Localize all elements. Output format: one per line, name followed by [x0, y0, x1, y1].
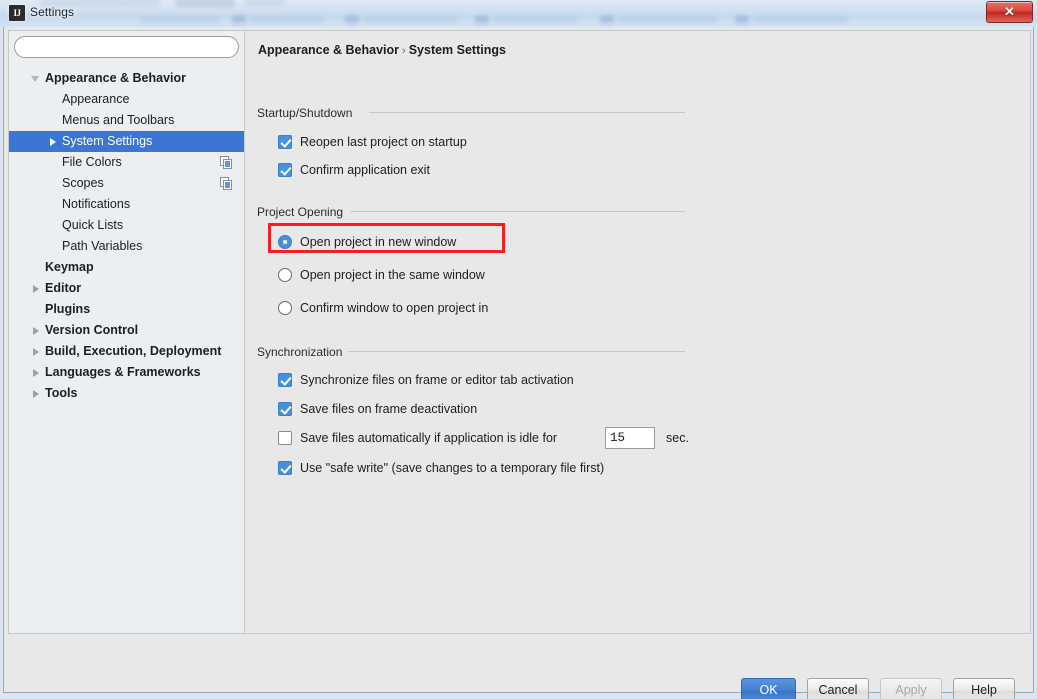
- sidebar-item-file-colors[interactable]: File Colors: [9, 152, 244, 173]
- sidebar-item-scopes[interactable]: Scopes: [9, 173, 244, 194]
- settings-sidebar: Appearance & Behavior Appearance Menus and…: [8, 30, 245, 634]
- search-field-wrapper: [14, 36, 239, 58]
- checkbox-save-on-deactivation[interactable]: [278, 402, 292, 416]
- help-button[interactable]: Help: [953, 678, 1015, 699]
- cancel-button[interactable]: Cancel: [807, 678, 869, 699]
- checkbox-save-automatically[interactable]: [278, 431, 292, 445]
- radio-label-confirm-window: Confirm window to open project in: [300, 301, 489, 315]
- breadcrumb-current: System Settings: [408, 43, 506, 57]
- chevron-right-icon[interactable]: [33, 348, 39, 356]
- idle-seconds-unit-label: sec.: [666, 431, 689, 445]
- window-title: Settings: [30, 5, 75, 19]
- sidebar-item-label: Appearance: [62, 92, 130, 106]
- sidebar-item-plugins[interactable]: Plugins: [9, 299, 244, 320]
- close-button[interactable]: ✕: [986, 1, 1033, 23]
- sidebar-item-label: Quick Lists: [62, 218, 124, 232]
- radio-label-open-in-new-window: Open project in new window: [300, 235, 457, 249]
- radio-confirm-window[interactable]: [278, 301, 292, 315]
- ok-button[interactable]: OK: [741, 678, 796, 699]
- radio-open-in-same-window[interactable]: [278, 268, 292, 282]
- sidebar-item-menus-and-toolbars[interactable]: Menus and Toolbars: [9, 110, 244, 131]
- checkbox-label-reopen-last-project: Reopen last project on startup: [300, 135, 467, 149]
- radio-label-open-in-same-window: Open project in the same window: [300, 268, 485, 282]
- sidebar-item-label: Plugins: [45, 302, 91, 316]
- settings-dialog-window: IJ Settings ✕ Appearance & Behavior Appea…: [0, 0, 1037, 699]
- sidebar-item-editor[interactable]: Editor: [9, 278, 244, 299]
- section-rule-startup-shutdown: [369, 112, 685, 113]
- radio-open-in-new-window[interactable]: [278, 235, 292, 249]
- chevron-right-icon[interactable]: [33, 327, 39, 335]
- chevron-right-icon[interactable]: [33, 390, 39, 398]
- application-icon: IJ: [9, 5, 25, 21]
- breadcrumb: Appearance & Behavior › System Settings: [258, 43, 506, 57]
- sidebar-item-label: Scopes: [62, 176, 104, 190]
- sidebar-item-system-settings[interactable]: System Settings: [9, 131, 244, 152]
- sidebar-item-label: Keymap: [45, 260, 94, 274]
- aero-glass-backdrop: [0, 0, 1037, 27]
- idle-seconds-input[interactable]: [605, 427, 655, 449]
- sidebar-item-notifications[interactable]: Notifications: [9, 194, 244, 215]
- sidebar-item-label: Tools: [45, 386, 78, 400]
- project-level-settings-icon: [220, 177, 232, 190]
- sidebar-item-label: Version Control: [45, 323, 139, 337]
- checkbox-synchronize-files[interactable]: [278, 373, 292, 387]
- checkbox-label-save-automatically: Save files automatically if application …: [300, 431, 558, 445]
- settings-tree: Appearance & Behavior Appearance Menus and…: [9, 68, 244, 404]
- sidebar-item-label: File Colors: [62, 155, 122, 169]
- checkbox-safe-write[interactable]: [278, 461, 292, 475]
- sidebar-item-tools[interactable]: Tools: [9, 383, 244, 404]
- sidebar-item-label: Path Variables: [62, 239, 143, 253]
- search-input[interactable]: [14, 36, 239, 58]
- section-rule-project-opening: [350, 211, 685, 212]
- sidebar-item-version-control[interactable]: Version Control: [9, 320, 244, 341]
- chevron-right-icon[interactable]: [50, 138, 56, 146]
- sidebar-item-label: Notifications: [62, 197, 131, 211]
- sidebar-item-label: Menus and Toolbars: [62, 113, 175, 127]
- breadcrumb-separator-icon: ›: [402, 45, 406, 57]
- sidebar-item-quick-lists[interactable]: Quick Lists: [9, 215, 244, 236]
- checkbox-label-confirm-application-exit: Confirm application exit: [300, 163, 430, 177]
- sidebar-item-path-variables[interactable]: Path Variables: [9, 236, 244, 257]
- apply-button: Apply: [880, 678, 942, 699]
- checkbox-reopen-last-project[interactable]: [278, 135, 292, 149]
- sidebar-item-appearance[interactable]: Appearance: [9, 89, 244, 110]
- sidebar-item-label: Editor: [45, 281, 82, 295]
- sidebar-item-label: Appearance & Behavior: [45, 71, 187, 85]
- sidebar-item-appearance-behavior[interactable]: Appearance & Behavior: [9, 68, 244, 89]
- project-level-settings-icon: [220, 156, 232, 169]
- dialog-button-bar: OK Cancel Apply Help: [4, 634, 1033, 699]
- checkbox-label-synchronize-files: Synchronize files on frame or editor tab…: [300, 373, 574, 387]
- checkbox-label-safe-write: Use "safe write" (save changes to a temp…: [300, 461, 605, 475]
- close-icon: ✕: [1004, 4, 1015, 19]
- sidebar-item-label: System Settings: [62, 134, 153, 148]
- chevron-right-icon[interactable]: [33, 369, 39, 377]
- section-title-synchronization: Synchronization: [257, 345, 349, 359]
- sidebar-item-keymap[interactable]: Keymap: [9, 257, 244, 278]
- sidebar-item-languages-frameworks[interactable]: Languages & Frameworks: [9, 362, 244, 383]
- section-title-project-opening: Project Opening: [257, 205, 350, 219]
- window-title-bar: IJ Settings ✕: [0, 0, 1037, 27]
- dialog-body: Appearance & Behavior Appearance Menus and…: [3, 27, 1034, 699]
- checkbox-label-save-on-deactivation: Save files on frame deactivation: [300, 402, 478, 416]
- section-title-startup-shutdown: Startup/Shutdown: [257, 106, 359, 120]
- breadcrumb-parent: Appearance & Behavior: [258, 43, 400, 57]
- app-icon-glyph: IJ: [13, 8, 21, 18]
- sidebar-item-build-execution-deployment[interactable]: Build, Execution, Deployment: [9, 341, 244, 362]
- sidebar-item-label: Languages & Frameworks: [45, 365, 201, 379]
- chevron-right-icon[interactable]: [33, 285, 39, 293]
- section-rule-synchronization: [348, 351, 685, 352]
- settings-content-panel: Appearance & Behavior › System Settings St…: [245, 30, 1031, 634]
- chevron-down-icon[interactable]: [31, 76, 39, 82]
- checkbox-confirm-application-exit[interactable]: [278, 163, 292, 177]
- sidebar-item-label: Build, Execution, Deployment: [45, 344, 222, 358]
